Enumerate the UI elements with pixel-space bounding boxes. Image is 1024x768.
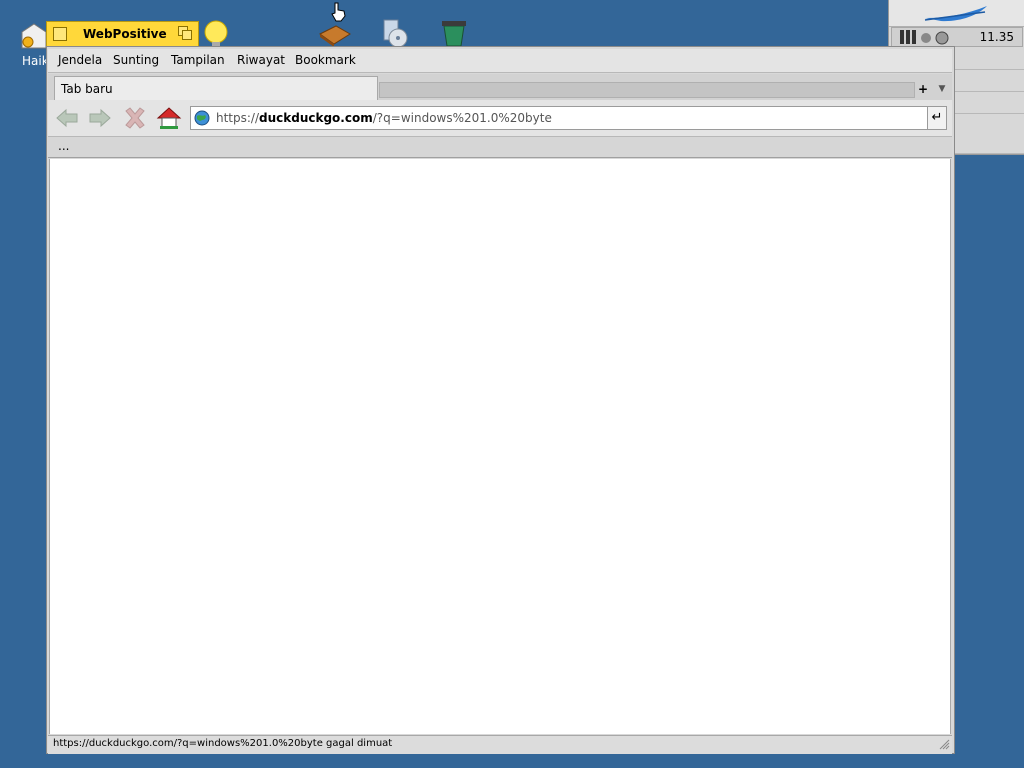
zoom-icon[interactable] [178,26,192,40]
stop-x-icon [125,107,145,129]
bookmarks-more-button[interactable]: ... [58,139,69,153]
desktop-icon-label[interactable]: Haik [22,54,49,68]
close-button[interactable] [53,27,67,41]
tab-menu-button[interactable]: ▼ [934,80,950,98]
web-content-area[interactable] [49,159,951,734]
globe-icon [194,110,210,126]
forward-arrow-icon [89,108,111,128]
status-text: https://duckduckgo.com/?q=windows%201.0%… [53,738,393,749]
tab-new[interactable]: Tab baru [54,76,378,100]
url-text: https://duckduckgo.com/?q=windows%201.0%… [216,111,552,125]
menu-bar: Jendela Sunting Tampilan Riwayat Bookmar… [48,49,952,73]
navigation-bar: https://duckduckgo.com/?q=windows%201.0%… [48,100,952,137]
url-suffix: /?q=windows%201.0%20byte [372,111,552,125]
window-title: WebPositive [83,27,167,41]
url-input[interactable]: https://duckduckgo.com/?q=windows%201.0%… [190,106,928,130]
tab-label: Tab baru [61,82,113,96]
haiku-leaf-icon[interactable] [889,0,1024,27]
resize-grip-icon[interactable] [938,738,950,750]
clock[interactable]: 11.35 [980,30,1014,44]
back-arrow-icon [56,108,78,128]
hand-cursor-icon [330,2,348,22]
menu-view[interactable]: Tampilan [171,53,225,67]
back-button[interactable] [54,106,80,130]
status-bar: https://duckduckgo.com/?q=windows%201.0%… [48,735,952,754]
menu-window[interactable]: Jendela [58,53,102,67]
stop-button[interactable] [122,106,148,130]
system-tray: 11.35 [891,27,1023,47]
window-title-tab[interactable]: WebPositive [46,21,199,47]
new-tab-button[interactable]: + [914,80,932,98]
bookmarks-bar: ... [48,137,952,158]
menu-history[interactable]: Riwayat [237,53,285,67]
go-button[interactable]: ↵ [927,106,947,130]
menu-bookmarks[interactable]: Bookmark [295,53,356,67]
tab-bar: Tab baru + ▼ [48,74,952,100]
url-prefix: https:// [216,111,260,125]
forward-button[interactable] [87,106,113,130]
tab-strip [379,82,915,98]
menu-edit[interactable]: Sunting [113,53,159,67]
tray-icons[interactable] [898,28,952,46]
url-host: duckduckgo.com [259,111,373,125]
home-icon [156,107,182,129]
home-button[interactable] [156,106,182,130]
